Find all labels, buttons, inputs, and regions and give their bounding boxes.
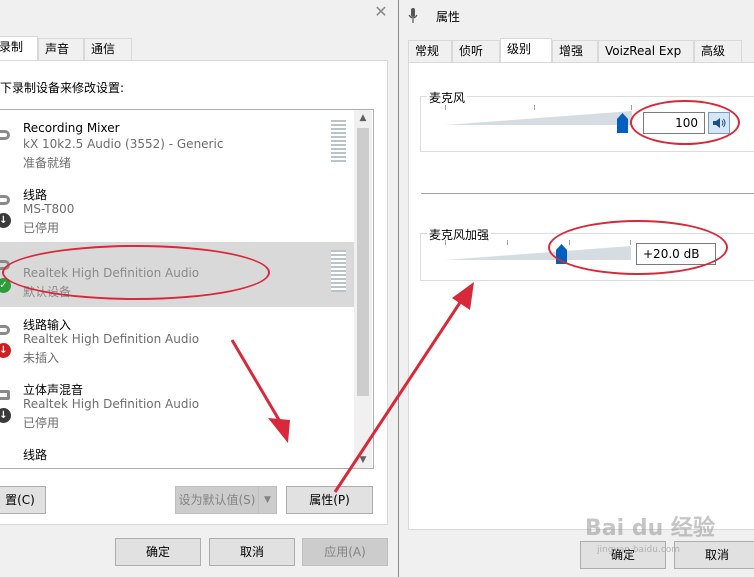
tab-playback-sounds[interactable]: 声音 — [38, 38, 84, 60]
disabled-arrow-icon: ↓ — [0, 213, 11, 228]
apply-button[interactable]: 应用(A) — [302, 538, 388, 566]
instruction-text: 下录制设备来修改设置: — [0, 81, 125, 95]
tab-recording[interactable]: 录制 — [0, 36, 38, 60]
list-item-recording-mixer[interactable]: Recording Mixer kX 10k2.5 Audio (3552) -… — [0, 112, 356, 177]
configure-button[interactable]: 置(C) — [0, 486, 46, 514]
device-subtitle: MS-T800 — [23, 202, 75, 216]
slider-tick — [445, 240, 446, 245]
tab-enhancements[interactable]: 增强 — [552, 40, 598, 62]
list-item-stereo-mix[interactable]: ↓ 立体声混音 Realtek High Definition Audio 已停… — [0, 372, 356, 437]
device-name: 线路输入 — [23, 318, 72, 332]
scroll-up-icon[interactable]: ▲ — [354, 110, 372, 126]
device-name: 立体声混音 — [23, 383, 84, 397]
properties-button[interactable]: 属性(P) — [286, 486, 373, 514]
device-status: 准备就绪 — [23, 156, 72, 170]
highlight-ellipse — [630, 100, 740, 145]
baidu-watermark: Bai du 经验 — [585, 516, 715, 541]
set-default-label: 设为默认值(S) — [178, 493, 256, 507]
slider-tick — [507, 240, 508, 245]
chevron-down-icon[interactable]: ▼ — [258, 487, 276, 513]
device-subtitle: Realtek High Definition Audio — [23, 332, 200, 346]
tab-general[interactable]: 常规 — [408, 40, 452, 62]
device-status: 已停用 — [23, 221, 60, 235]
line-in-icon: ↓ — [0, 185, 14, 228]
highlight-ellipse — [548, 220, 728, 275]
tab-communications[interactable]: 通信 — [84, 38, 132, 60]
disabled-arrow-icon: ↓ — [0, 408, 11, 423]
list-item-line-partial[interactable]: 线路 — [0, 437, 356, 468]
close-icon[interactable]: ✕ — [371, 2, 391, 22]
tab-listen[interactable]: 侦听 — [452, 40, 500, 62]
dialog-title: 属性 — [436, 10, 461, 24]
mic-boost-label: 麦克风加强 — [427, 226, 492, 243]
tab-levels[interactable]: 级别 — [500, 38, 552, 62]
ok-button[interactable]: 确定 — [115, 538, 201, 566]
microphone-icon — [408, 8, 418, 23]
line-in-icon — [0, 120, 14, 160]
unplugged-arrow-icon: ↓ — [0, 343, 11, 358]
device-subtitle: Realtek High Definition Audio — [23, 397, 200, 411]
highlight-ellipse — [2, 245, 270, 300]
device-name: 线路 — [23, 448, 48, 462]
list-item-line-input[interactable]: ↓ 线路输入 Realtek High Definition Audio 未插入 — [0, 307, 356, 372]
level-meter — [331, 250, 346, 292]
device-name: Recording Mixer — [23, 121, 120, 135]
microphone-slider[interactable] — [445, 105, 632, 125]
slider-tick — [534, 105, 535, 110]
microphone-label: 麦克风 — [427, 89, 468, 106]
level-meter — [331, 120, 346, 162]
tab-advanced[interactable]: 高级 — [694, 40, 742, 62]
stereo-mix-icon: ↓ — [0, 380, 14, 423]
cancel-button[interactable]: 取消 — [674, 541, 754, 569]
tab-voizreal[interactable]: VoizReal Exp — [598, 40, 694, 62]
list-item-line-mst800[interactable]: ↓ 线路 MS-T800 已停用 — [0, 177, 356, 242]
baidu-watermark-url: jingyan.baidu.com — [597, 545, 681, 555]
set-default-button[interactable]: 设为默认值(S) ▼ — [175, 486, 277, 514]
separator — [421, 193, 754, 194]
slider-tick — [631, 105, 632, 110]
cancel-button[interactable]: 取消 — [209, 538, 295, 566]
properties-dialog: 属性 常规 侦听 级别 增强 VoizReal Exp 高级 麦克风 100 麦… — [398, 0, 754, 577]
scrollbar-thumb[interactable] — [357, 128, 369, 396]
device-subtitle: kX 10k2.5 Audio (3552) - Generic — [23, 137, 224, 151]
scroll-down-icon[interactable]: ▼ — [354, 452, 372, 468]
device-status: 未插入 — [23, 351, 60, 365]
device-name: 线路 — [23, 188, 48, 202]
device-list-scrollbar[interactable]: ▲ ▼ — [354, 110, 372, 468]
slider-tick — [445, 105, 446, 110]
device-status: 已停用 — [23, 416, 60, 430]
line-in-icon: ↓ — [0, 315, 14, 358]
